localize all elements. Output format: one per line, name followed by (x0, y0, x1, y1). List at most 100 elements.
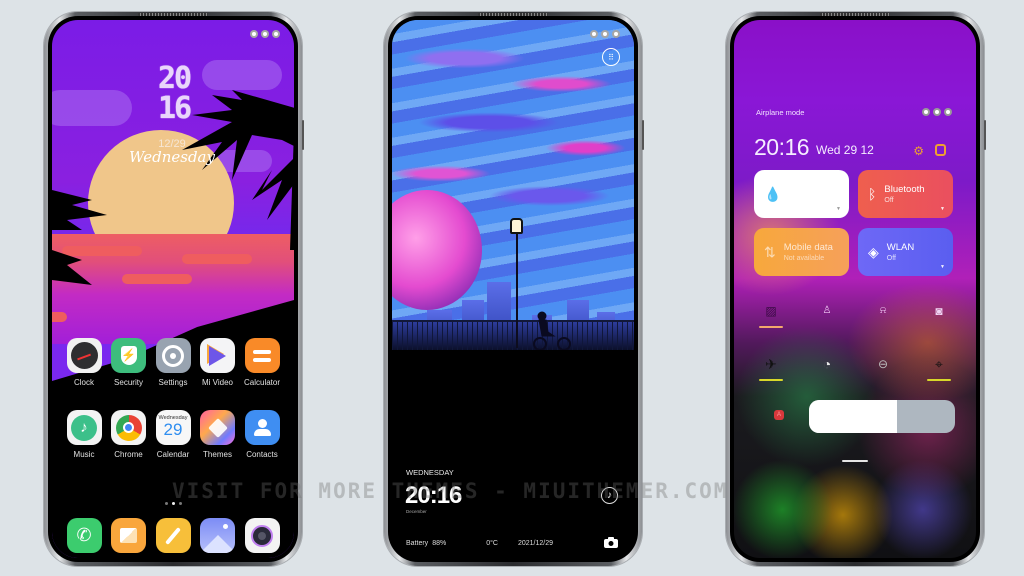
app-label: Contacts (246, 450, 278, 459)
toggle-do-not-disturb[interactable]: ▨ (748, 303, 794, 328)
palm-tree-left (52, 190, 107, 285)
control-center-date: Wed 29 12 (816, 143, 874, 157)
camera-lens-icon (244, 518, 280, 553)
grid-icon: ⠿ (608, 52, 614, 62)
quick-toggles-row-1: ▨ ♙ ⍾ ◙ (748, 303, 962, 328)
notes-pencil-icon (155, 518, 191, 553)
power-button (642, 120, 644, 150)
lock-weekday: WEDNESDAY (406, 468, 454, 477)
app-contacts[interactable]: Contacts (240, 410, 284, 459)
status-icon (250, 30, 258, 38)
wifi-icon: ◈ (868, 243, 879, 260)
power-button (984, 120, 986, 150)
street-lamp (516, 228, 518, 348)
toggle-timer[interactable]: ◔ (804, 356, 850, 381)
settings-gear-icon[interactable]: ⚙ (913, 144, 924, 158)
brush-icon (200, 410, 235, 445)
battery-value: 88% (432, 540, 447, 547)
page-indicator[interactable] (52, 502, 294, 505)
status-icon (590, 30, 598, 38)
app-music[interactable]: ♪ Music (62, 410, 106, 459)
app-row-2: ♪ Music Chrome Wednesday 29 Calendar The… (62, 410, 284, 459)
app-label: Themes (203, 450, 232, 459)
app-chrome[interactable]: Chrome (107, 410, 151, 459)
clock-widget[interactable]: 20 16 (152, 64, 196, 124)
clock-hour: 20 (157, 61, 192, 96)
camera-shortcut[interactable] (604, 537, 618, 551)
status-icon (944, 108, 952, 116)
toggle-screenshot[interactable]: ◙ (916, 303, 962, 328)
status-icon (922, 108, 930, 116)
dock-gallery[interactable] (196, 518, 240, 553)
auto-brightness-label: A (776, 412, 781, 418)
chevron-down-icon[interactable]: ▼ (940, 206, 945, 212)
app-settings[interactable]: Settings (151, 338, 195, 387)
brightness-slider[interactable] (809, 400, 955, 433)
status-bar-icons (922, 108, 952, 116)
calendar-day: 29 (163, 419, 183, 439)
lock-time: 20:16 (405, 482, 462, 509)
app-label: Music (73, 450, 95, 459)
app-security[interactable]: ⚡ Security (107, 338, 151, 387)
toggle-location[interactable]: ⌖ (916, 356, 962, 381)
clock-minute: 16 (157, 91, 192, 126)
tile-mobile-data[interactable]: ⇅ Mobile data Not available (754, 228, 849, 276)
music-button[interactable]: ♪ (601, 487, 618, 504)
indicator (815, 326, 839, 328)
toggle-lock-rotation[interactable]: ⊖ (860, 356, 906, 381)
message-icon (111, 518, 146, 553)
play-icon (200, 338, 235, 373)
chevron-down-icon[interactable]: ▼ (836, 206, 841, 212)
dock-notes[interactable] (151, 518, 195, 553)
page-dot (178, 502, 182, 505)
lock-date: 2021/12/29 (517, 540, 553, 547)
dock-camera[interactable] (240, 518, 284, 553)
active-indicator (927, 379, 951, 381)
dock-phone[interactable]: ✆ (62, 518, 106, 553)
tile-bluetooth[interactable]: ᛒ Bluetooth Off ▼ (858, 170, 953, 218)
lock-month: December (406, 509, 427, 514)
home-screen: 20 16 12/29 Wednesday Clock ⚡ Security S… (52, 20, 294, 558)
dock-messages[interactable] (107, 518, 151, 553)
sea-streak (52, 312, 67, 322)
railing (392, 320, 634, 350)
tile-label: WLAN (886, 242, 915, 253)
lock-info-bar: Battery 88% 0°C 2021/12/29 (406, 540, 624, 547)
phone-home-screen: 20 16 12/29 Wednesday Clock ⚡ Security S… (44, 12, 304, 566)
dock: ✆ (62, 518, 284, 553)
drag-handle[interactable] (842, 460, 868, 462)
sea-streak (182, 254, 252, 264)
edit-icon[interactable] (935, 144, 946, 156)
indicator (871, 379, 895, 381)
weekday-text: Wednesday (129, 148, 215, 166)
grid-button[interactable]: ⠿ (602, 48, 620, 66)
lamp-head (510, 218, 523, 234)
status-icon (612, 30, 620, 38)
gear-icon (155, 338, 191, 373)
control-center: Airplane mode 20:16 Wed 29 12 ⚙ 💧 ▼ ᛒ Bl… (734, 20, 976, 558)
toggle-flashlight[interactable]: ♙ (804, 303, 850, 328)
app-clock[interactable]: Clock (62, 338, 106, 387)
chrome-icon (111, 410, 146, 445)
camera-icon (604, 537, 618, 548)
auto-brightness-toggle[interactable]: A (774, 410, 784, 420)
app-label: Security (114, 378, 143, 387)
brightness-slider-fill (809, 400, 897, 433)
chevron-down-icon[interactable]: ▼ (940, 264, 945, 270)
app-calculator[interactable]: Calculator (240, 338, 284, 387)
app-row-1: Clock ⚡ Security Settings Mi Video Calcu… (62, 338, 284, 387)
app-calendar[interactable]: Wednesday 29 Calendar (151, 410, 195, 459)
tile-status: Off (884, 197, 894, 204)
app-themes[interactable]: Themes (196, 410, 240, 459)
status-bar-icons (250, 30, 280, 38)
control-center-time: 20:16 (754, 134, 810, 160)
tile-data-saver[interactable]: 💧 ▼ (754, 170, 849, 218)
app-label: Calendar (156, 450, 190, 459)
screenshot-icon: ◙ (935, 304, 943, 318)
tile-label: Bluetooth (884, 184, 925, 195)
toggle-sound[interactable]: ⍾ (860, 303, 906, 328)
app-mi-video[interactable]: Mi Video (196, 338, 240, 387)
tile-wlan[interactable]: ◈ WLAN Off ▼ (858, 228, 953, 276)
active-indicator (759, 326, 783, 328)
toggle-airplane[interactable]: ✈ (748, 356, 794, 381)
